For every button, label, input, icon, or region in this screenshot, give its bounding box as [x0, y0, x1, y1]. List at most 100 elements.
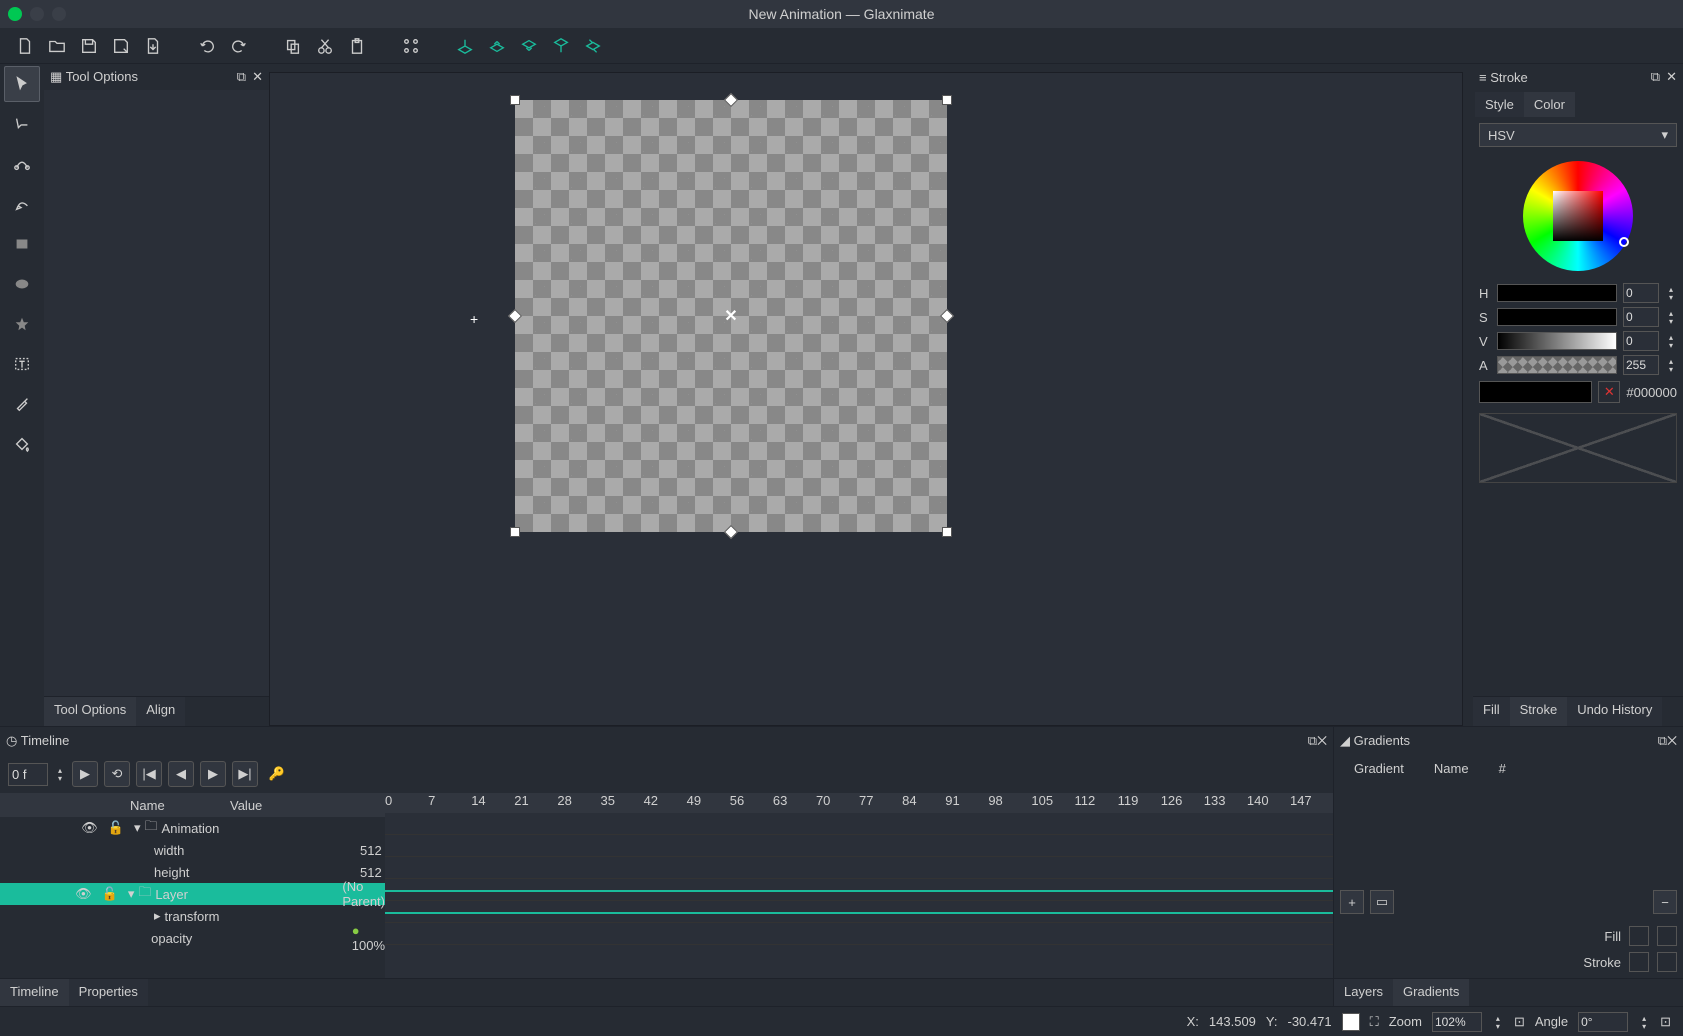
- canvas[interactable]: + ✕: [269, 72, 1463, 726]
- angle-down[interactable]: ▾: [1638, 1022, 1650, 1030]
- save-icon[interactable]: [79, 36, 99, 56]
- s-slider[interactable]: [1497, 308, 1617, 326]
- color-picker-tool[interactable]: [4, 386, 40, 422]
- zoom-up[interactable]: ▴: [1492, 1014, 1504, 1022]
- cut-icon[interactable]: [315, 36, 335, 56]
- tree-row[interactable]: 👁🔓▾🗀 Layer(No Parent): [0, 883, 385, 905]
- h-slider[interactable]: [1497, 284, 1617, 302]
- a-up[interactable]: ▴: [1665, 357, 1677, 365]
- timeline-ruler[interactable]: 0714212835424956637077849198105112119126…: [385, 793, 1333, 813]
- h-down[interactable]: ▾: [1665, 293, 1677, 301]
- color-square[interactable]: [1553, 191, 1603, 241]
- prev-frame-button[interactable]: ◀: [168, 761, 194, 787]
- tree-row[interactable]: 👁🔓▾🗀 Animation: [0, 817, 385, 839]
- open-icon[interactable]: [47, 36, 67, 56]
- tree-row[interactable]: width512: [0, 839, 385, 861]
- zoom-down[interactable]: ▾: [1492, 1022, 1504, 1030]
- last-frame-button[interactable]: ▶|: [232, 761, 258, 787]
- float-icon[interactable]: ⧉: [237, 69, 246, 85]
- layer-up-icon[interactable]: [487, 36, 507, 56]
- rectangle-tool[interactable]: [4, 226, 40, 262]
- handle-top-mid[interactable]: [724, 93, 738, 107]
- color-wheel-handle[interactable]: [1619, 237, 1629, 247]
- next-frame-button[interactable]: ▶: [200, 761, 226, 787]
- grad-stroke-linear[interactable]: [1629, 952, 1649, 972]
- v-slider[interactable]: [1497, 332, 1617, 350]
- handle-top-left[interactable]: [510, 95, 520, 105]
- export-icon[interactable]: [143, 36, 163, 56]
- angle-reset-icon[interactable]: ⊡: [1660, 1014, 1671, 1030]
- lock-icon[interactable]: 🔓: [108, 820, 124, 836]
- color-model-select[interactable]: HSV▾: [1479, 123, 1677, 147]
- window-close-button[interactable]: [8, 7, 22, 21]
- row-value[interactable]: 512: [360, 865, 385, 880]
- frame-input[interactable]: [8, 763, 48, 786]
- color-swatch[interactable]: [1479, 381, 1592, 403]
- current-color-swatch[interactable]: [1342, 1013, 1360, 1031]
- handle-top-right[interactable]: [942, 95, 952, 105]
- bezier-tool[interactable]: [4, 146, 40, 182]
- visibility-icon[interactable]: 👁: [81, 820, 98, 836]
- visibility-icon[interactable]: 👁: [75, 886, 92, 902]
- v-up[interactable]: ▴: [1665, 333, 1677, 341]
- close-panel-icon[interactable]: ✕: [1317, 733, 1327, 748]
- angle-up[interactable]: ▴: [1638, 1014, 1650, 1022]
- v-down[interactable]: ▾: [1665, 341, 1677, 349]
- undo-icon[interactable]: [197, 36, 217, 56]
- handle-bottom-left[interactable]: [510, 527, 520, 537]
- layer-tree[interactable]: 👁🔓▾🗀 Animationwidth512height512👁🔓▾🗀 Laye…: [0, 817, 385, 949]
- remove-gradient-button[interactable]: −: [1653, 890, 1677, 914]
- close-panel-icon[interactable]: ✕: [1667, 733, 1677, 748]
- s-down[interactable]: ▾: [1665, 317, 1677, 325]
- s-up[interactable]: ▴: [1665, 309, 1677, 317]
- tab-align[interactable]: Align: [136, 697, 185, 726]
- tab-properties[interactable]: Properties: [69, 979, 148, 1006]
- draw-tool[interactable]: [4, 186, 40, 222]
- tab-gradients[interactable]: Gradients: [1393, 979, 1469, 1006]
- window-maximize-button[interactable]: [52, 7, 66, 21]
- s-input[interactable]: [1623, 307, 1659, 327]
- expand-icon[interactable]: ▸: [154, 908, 161, 924]
- layer-bottom-icon[interactable]: [551, 36, 571, 56]
- handle-mid-right[interactable]: [940, 309, 954, 323]
- close-panel-icon[interactable]: ✕: [252, 69, 263, 85]
- handle-bottom-right[interactable]: [942, 527, 952, 537]
- loop-button[interactable]: ⟲: [104, 761, 130, 787]
- add-gradient-button[interactable]: +: [1340, 890, 1364, 914]
- frame-down[interactable]: ▾: [54, 774, 66, 782]
- grad-fill-linear[interactable]: [1629, 926, 1649, 946]
- fill-tool[interactable]: [4, 426, 40, 462]
- tab-timeline[interactable]: Timeline: [0, 979, 69, 1006]
- paste-icon[interactable]: [347, 36, 367, 56]
- float-icon[interactable]: ⧉: [1658, 733, 1667, 748]
- grad-stroke-radial[interactable]: [1657, 952, 1677, 972]
- a-down[interactable]: ▾: [1665, 365, 1677, 373]
- zoom-reset-icon[interactable]: ⊡: [1514, 1014, 1525, 1030]
- tree-row[interactable]: opacity● 100%: [0, 927, 385, 949]
- tree-row[interactable]: ▸transform: [0, 905, 385, 927]
- redo-icon[interactable]: [229, 36, 249, 56]
- track-layer[interactable]: [385, 879, 1333, 901]
- star-tool[interactable]: [4, 306, 40, 342]
- a-slider[interactable]: [1497, 356, 1617, 374]
- nodes-icon[interactable]: [401, 36, 421, 56]
- zoom-fit-icon[interactable]: ⛶: [1370, 1014, 1379, 1030]
- new-icon[interactable]: [15, 36, 35, 56]
- a-input[interactable]: [1623, 355, 1659, 375]
- window-minimize-button[interactable]: [30, 7, 44, 21]
- layer-top-icon[interactable]: [455, 36, 475, 56]
- tab-undo-history[interactable]: Undo History: [1567, 697, 1662, 726]
- close-panel-icon[interactable]: ✕: [1666, 69, 1677, 85]
- layer-swap-icon[interactable]: [583, 36, 603, 56]
- track-height[interactable]: [385, 857, 1333, 879]
- no-color-button[interactable]: ✕: [1598, 381, 1620, 403]
- row-value[interactable]: ● 100%: [352, 923, 385, 953]
- tab-fill[interactable]: Fill: [1473, 697, 1510, 726]
- play-button[interactable]: ▶: [72, 761, 98, 787]
- tab-stroke[interactable]: Stroke: [1510, 697, 1568, 726]
- track-transform[interactable]: [385, 901, 1333, 923]
- tab-layers[interactable]: Layers: [1334, 979, 1393, 1006]
- track-width[interactable]: [385, 835, 1333, 857]
- text-tool[interactable]: [4, 346, 40, 382]
- angle-input[interactable]: [1578, 1012, 1628, 1032]
